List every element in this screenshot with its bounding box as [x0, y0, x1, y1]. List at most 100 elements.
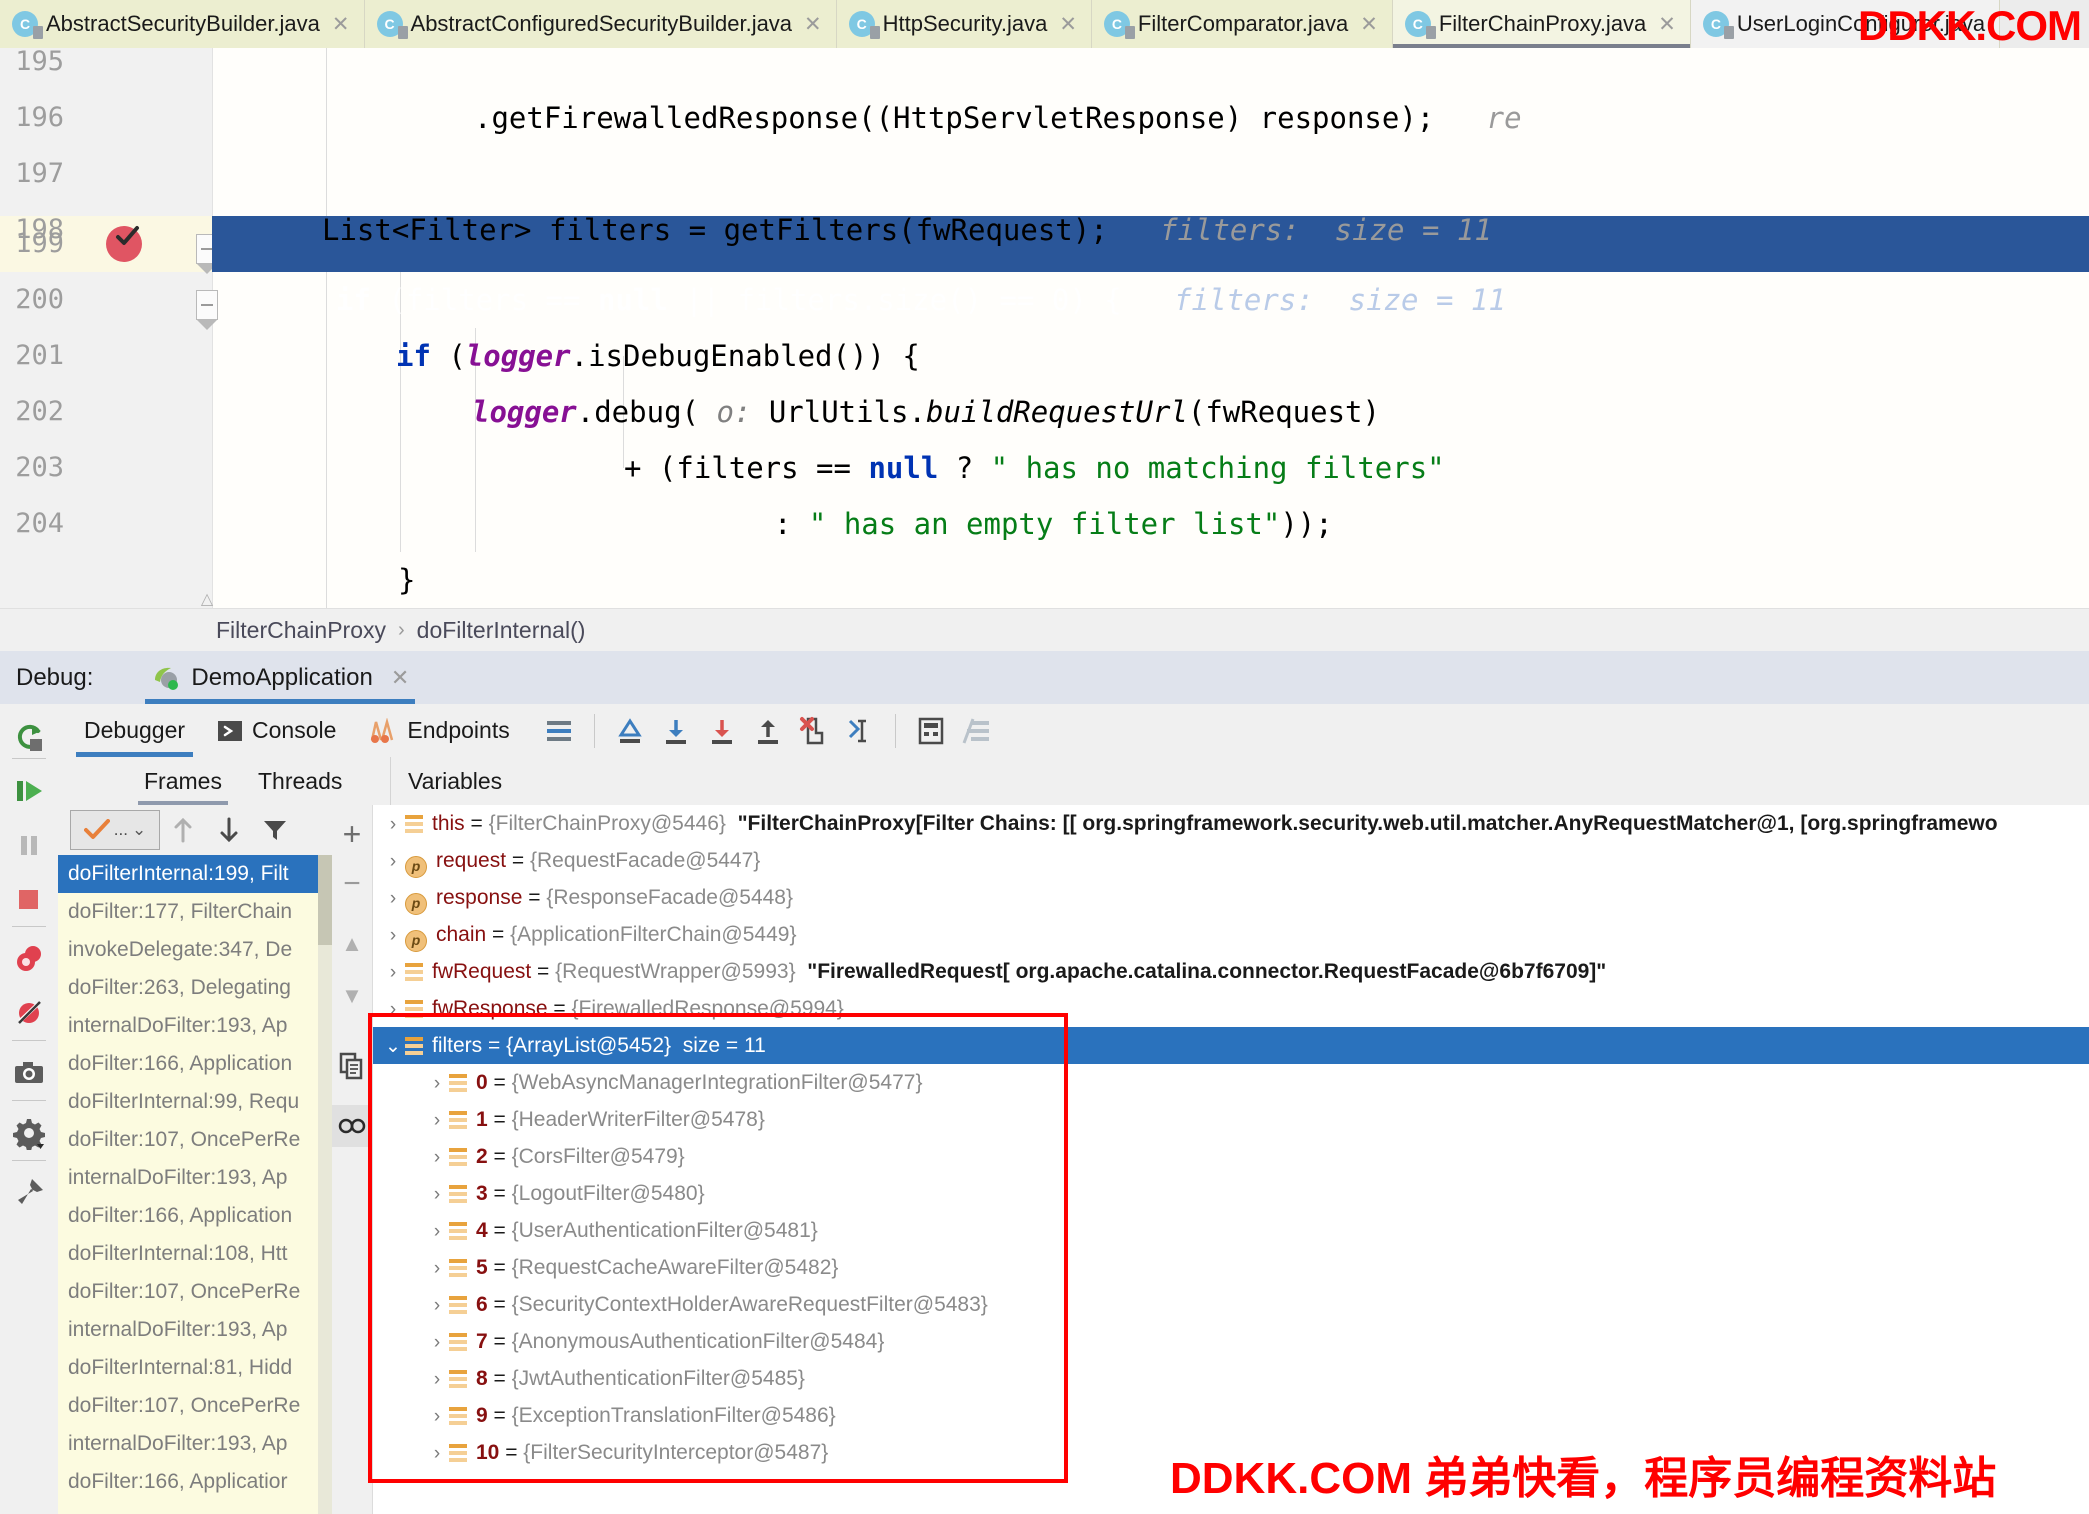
mute-renderers-icon[interactable]	[954, 708, 1000, 754]
frame-row[interactable]: doFilterInternal:108, Htt	[58, 1235, 332, 1273]
editor-tab-abstractconfiguredsecuritybuilder[interactable]: C AbstractConfiguredSecurityBuilder.java…	[364, 0, 837, 48]
tab-frames[interactable]: Frames	[134, 757, 232, 805]
variable-row[interactable]: ⌄ filters = {ArrayList@5452} size = 11	[373, 1027, 2089, 1064]
close-icon[interactable]: ✕	[1059, 12, 1077, 37]
close-icon[interactable]: ✕	[1658, 12, 1676, 37]
step-over-icon[interactable]	[653, 708, 699, 754]
chevron-right-icon[interactable]: ›	[425, 1398, 449, 1435]
close-icon[interactable]: ✕	[332, 12, 350, 37]
chevron-right-icon[interactable]: ›	[425, 1324, 449, 1361]
camera-icon[interactable]	[0, 1046, 58, 1100]
filter-frames-icon[interactable]	[252, 809, 298, 851]
step-out-icon[interactable]	[745, 708, 791, 754]
frame-row[interactable]: doFilter:107, OncePerRe	[58, 1273, 332, 1311]
frame-row[interactable]: internalDoFilter:193, Ap	[58, 1425, 332, 1463]
variable-row[interactable]: › this = {FilterChainProxy@5446} "FilterC…	[373, 805, 2089, 842]
variable-row[interactable]: › p response = {ResponseFacade@5448}	[373, 879, 2089, 916]
chevron-right-icon[interactable]: ›	[381, 843, 405, 880]
chevron-right-icon[interactable]: ›	[425, 1213, 449, 1250]
show-execution-point-icon[interactable]	[607, 708, 653, 754]
editor-tab-filtercomparator[interactable]: C FilterComparator.java ✕	[1091, 0, 1393, 48]
variable-array-element-row[interactable]: › 4 = {UserAuthenticationFilter@5481}	[373, 1212, 2089, 1249]
frame-row[interactable]: doFilter:107, OncePerRe	[58, 1387, 332, 1425]
variable-array-element-row[interactable]: › 3 = {LogoutFilter@5480}	[373, 1175, 2089, 1212]
variable-row[interactable]: › fwRequest = {RequestWrapper@5993} "Fire…	[373, 953, 2089, 990]
chevron-right-icon[interactable]: ›	[425, 1102, 449, 1139]
variable-array-element-row[interactable]: › 2 = {CorsFilter@5479}	[373, 1138, 2089, 1175]
frame-row[interactable]: internalDoFilter:193, Ap	[58, 1007, 332, 1045]
frame-row[interactable]: doFilter:107, OncePerRe	[58, 1121, 332, 1159]
editor-gutter[interactable]: 195 196 197 198 199 200 201 202 203 204 …	[0, 48, 218, 608]
chevron-right-icon[interactable]: ›	[381, 917, 405, 954]
view-breakpoints-icon[interactable]	[0, 932, 58, 986]
pause-program-icon[interactable]	[0, 818, 58, 872]
breadcrumb-class[interactable]: FilterChainProxy	[216, 617, 386, 644]
inspect-icon[interactable]	[332, 1105, 372, 1147]
chevron-right-icon[interactable]: ›	[425, 1139, 449, 1176]
tab-threads[interactable]: Threads	[248, 757, 352, 805]
resume-program-icon[interactable]	[0, 764, 58, 818]
force-step-into-icon[interactable]	[791, 708, 837, 754]
mute-breakpoints-icon[interactable]	[0, 986, 58, 1040]
frame-row[interactable]: doFilter:166, Application	[58, 1197, 332, 1235]
pin-icon[interactable]	[0, 1166, 58, 1220]
chevron-right-icon[interactable]: ›	[425, 1250, 449, 1287]
editor-tab-httpsecurity[interactable]: C HttpSecurity.java ✕	[836, 0, 1092, 48]
add-watch-icon[interactable]: +	[332, 813, 372, 855]
tab-debugger[interactable]: Debugger	[68, 704, 201, 757]
chevron-right-icon[interactable]: ›	[425, 1065, 449, 1102]
frames-scrollbar[interactable]	[318, 855, 332, 1514]
chevron-right-icon[interactable]: ›	[381, 880, 405, 917]
chevron-right-icon[interactable]: ›	[381, 991, 405, 1028]
close-icon[interactable]: ✕	[1360, 12, 1378, 37]
chevron-right-icon[interactable]: ›	[425, 1176, 449, 1213]
variable-array-element-row[interactable]: › 1 = {HeaderWriterFilter@5478}	[373, 1101, 2089, 1138]
frame-row[interactable]: internalDoFilter:193, Ap	[58, 1159, 332, 1197]
variable-row[interactable]: › p chain = {ApplicationFilterChain@5449}	[373, 916, 2089, 953]
variable-array-element-row[interactable]: › 10 = {FilterSecurityInterceptor@5487}	[373, 1434, 2089, 1471]
remove-watch-icon[interactable]: −	[332, 863, 372, 905]
close-icon[interactable]: ✕	[391, 665, 409, 691]
chevron-right-icon[interactable]: ›	[425, 1361, 449, 1398]
editor-tab-filterchainproxy[interactable]: C FilterChainProxy.java ✕	[1392, 0, 1691, 48]
variable-array-element-row[interactable]: › 8 = {JwtAuthenticationFilter@5485}	[373, 1360, 2089, 1397]
move-up-icon[interactable]: ▲	[332, 923, 372, 965]
copy-icon[interactable]	[332, 1045, 372, 1087]
breadcrumb[interactable]: FilterChainProxy › doFilterInternal()	[0, 608, 2089, 651]
chevron-right-icon[interactable]: ›	[381, 954, 405, 991]
settings-gear-icon[interactable]	[0, 1106, 58, 1160]
frame-row[interactable]: doFilter:177, FilterChain	[58, 893, 332, 931]
chevron-right-icon[interactable]: ›	[425, 1287, 449, 1324]
variable-array-element-row[interactable]: › 5 = {RequestCacheAwareFilter@5482}	[373, 1249, 2089, 1286]
tab-endpoints[interactable]: Endpoints	[352, 704, 525, 757]
breakpoint-icon[interactable]	[106, 226, 142, 262]
frame-row[interactable]: doFilterInternal:81, Hidd	[58, 1349, 332, 1387]
stop-icon[interactable]	[0, 872, 58, 926]
debug-session-tab[interactable]: DemoApplication ✕	[145, 651, 416, 704]
frames-list[interactable]: doFilterInternal:199, Filt doFilter:177, …	[58, 855, 333, 1514]
variables-panel[interactable]: › this = {FilterChainProxy@5446} "FilterC…	[373, 805, 2089, 1514]
chevron-right-icon[interactable]: ›	[425, 1435, 449, 1472]
move-down-icon[interactable]: ▼	[332, 975, 372, 1017]
frame-row[interactable]: internalDoFilter:193, Ap	[58, 1311, 332, 1349]
frame-row[interactable]: doFilter:166, Applicatior	[58, 1463, 332, 1501]
variable-row[interactable]: › fwResponse = {FirewalledResponse@5994}	[373, 990, 2089, 1027]
variable-array-element-row[interactable]: › 6 = {SecurityContextHolderAwareRequestF…	[373, 1286, 2089, 1323]
variable-array-element-row[interactable]: › 0 = {WebAsyncManagerIntegrationFilter@5…	[373, 1064, 2089, 1101]
frame-row[interactable]: doFilter:166, Application	[58, 1045, 332, 1083]
chevron-right-icon[interactable]: ›	[381, 806, 405, 843]
move-frame-down-icon[interactable]	[206, 809, 252, 851]
variable-row[interactable]: › p request = {RequestFacade@5447}	[373, 842, 2089, 879]
tab-console[interactable]: Console	[201, 704, 352, 757]
breadcrumb-method[interactable]: doFilterInternal()	[417, 617, 586, 644]
editor-tab-abstractsecuritybuilder[interactable]: C AbstractSecurityBuilder.java ✕	[0, 0, 365, 48]
tab-variables[interactable]: Variables	[398, 757, 512, 805]
variable-array-element-row[interactable]: › 7 = {AnonymousAuthenticationFilter@5484…	[373, 1323, 2089, 1360]
thread-selector-dropdown[interactable]: ... ⌄	[70, 810, 160, 850]
frames-scrollbar-thumb[interactable]	[318, 855, 332, 945]
chevron-down-icon[interactable]: ⌄	[381, 1028, 405, 1065]
step-into-icon[interactable]	[699, 708, 745, 754]
frame-row[interactable]: doFilter:263, Delegating	[58, 969, 332, 1007]
move-frame-up-icon[interactable]	[160, 809, 206, 851]
variable-array-element-row[interactable]: › 9 = {ExceptionTranslationFilter@5486}	[373, 1397, 2089, 1434]
